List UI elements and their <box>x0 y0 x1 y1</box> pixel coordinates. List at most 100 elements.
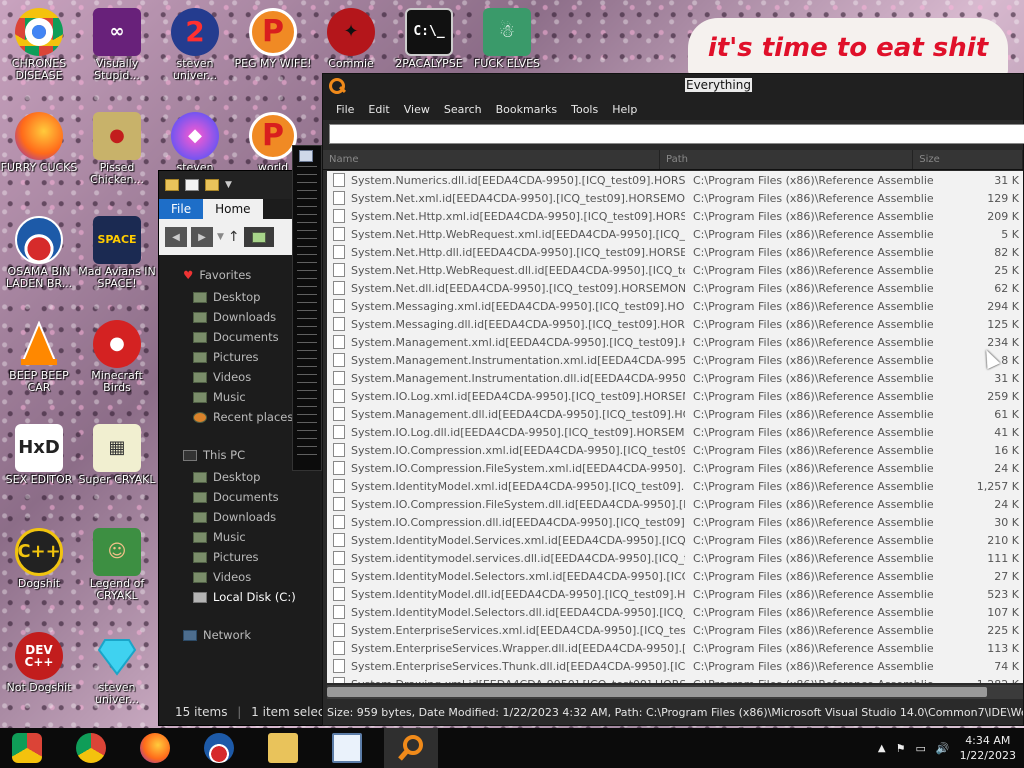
result-row[interactable]: System.Net.Http.dll.id[EEDA4CDA-9950].[I… <box>327 243 1023 261</box>
up-arrow-icon[interactable]: ↑ <box>228 229 240 245</box>
nav-item-pc-pictures[interactable]: Pictures <box>159 547 332 567</box>
desktop-icon-super-cryakl[interactable]: ▦ Super CRYAKL <box>78 424 156 486</box>
result-row[interactable]: System.Net.Http.WebRequest.dll.id[EEDA4C… <box>327 261 1023 279</box>
scrollbar-thumb[interactable] <box>327 687 987 697</box>
result-row[interactable]: System.IdentityModel.Selectors.xml.id[EE… <box>327 567 1023 585</box>
column-path[interactable]: Path <box>660 150 914 169</box>
result-row[interactable]: System.Messaging.dll.id[EEDA4CDA-9950].[… <box>327 315 1023 333</box>
result-row[interactable]: System.IO.Log.xml.id[EEDA4CDA-9950].[ICQ… <box>327 387 1023 405</box>
desktop-icon-beep-beep-car[interactable]: BEEP BEEP CAR <box>0 320 78 394</box>
taskbar-obama[interactable] <box>192 728 246 768</box>
result-row[interactable]: System.IO.Log.dll.id[EEDA4CDA-9950].[ICQ… <box>327 423 1023 441</box>
result-row[interactable]: System.Numerics.dll.id[EEDA4CDA-9950].[I… <box>327 171 1023 189</box>
taskbar-chrome-2[interactable] <box>64 728 118 768</box>
desktop-icon-commie[interactable]: ✦ Commie <box>312 8 390 70</box>
desktop-icon-steven-universe-1[interactable]: 2 steven univer... <box>156 8 234 82</box>
desktop-icon-mad-avians[interactable]: SPACE Mad Avians IN SPACE! <box>78 216 156 290</box>
result-row[interactable]: System.Net.dll.id[EEDA4CDA-9950].[ICQ_te… <box>327 279 1023 297</box>
new-folder-icon[interactable] <box>205 179 219 191</box>
result-size: 24 K <box>994 497 1019 511</box>
taskbar-file-explorer[interactable] <box>256 728 310 768</box>
results-list[interactable]: System.Numerics.dll.id[EEDA4CDA-9950].[I… <box>327 171 1023 683</box>
menu-edit[interactable]: Edit <box>361 103 396 116</box>
result-row[interactable]: System.Management.xml.id[EEDA4CDA-9950].… <box>327 333 1023 351</box>
menu-file[interactable]: File <box>329 103 361 116</box>
result-path: C:\Program Files (x86)\Reference Assembl… <box>693 569 933 583</box>
search-input[interactable] <box>330 125 1024 143</box>
horizontal-scrollbar[interactable] <box>327 685 1023 699</box>
back-icon[interactable]: ◀ <box>165 227 187 247</box>
menu-view[interactable]: View <box>397 103 437 116</box>
desktop-icon-steven-universe-3[interactable]: steven univer... <box>78 632 156 706</box>
result-row[interactable]: System.IO.Compression.FileSystem.xml.id[… <box>327 459 1023 477</box>
desktop-icon-osama[interactable]: OSAMA BIN LADEN BR... <box>0 216 78 290</box>
desktop-icon-peg-my-wife[interactable]: P PEG MY WIFE! <box>234 8 312 70</box>
menu-bookmarks[interactable]: Bookmarks <box>489 103 564 116</box>
everything-titlebar[interactable]: Everything <box>323 74 1023 98</box>
nav-item-pc-videos[interactable]: Videos <box>159 567 332 587</box>
nav-item-pc-documents[interactable]: Documents <box>159 487 332 507</box>
result-path: C:\Program Files (x86)\Reference Assembl… <box>693 335 933 349</box>
result-row[interactable]: System.Net.Http.WebRequest.xml.id[EEDA4C… <box>327 225 1023 243</box>
tab-file[interactable]: File <box>159 199 204 219</box>
result-row[interactable]: System.Management.dll.id[EEDA4CDA-9950].… <box>327 405 1023 423</box>
desktop-icon-pissed-chicken[interactable]: ● Pissed Chicken... <box>78 112 156 186</box>
menu-tools[interactable]: Tools <box>564 103 605 116</box>
result-row[interactable]: System.IdentityModel.Selectors.dll.id[EE… <box>327 603 1023 621</box>
chevron-down-icon[interactable]: ▼ <box>225 180 232 190</box>
action-center-flag-icon[interactable]: ⚑ <box>896 742 906 755</box>
result-row[interactable]: System.Management.Instrumentation.xml.id… <box>327 351 1023 369</box>
desktop-icon-fuck-elves[interactable]: ☃ FUCK ELVES <box>468 8 546 70</box>
recent-dropdown-icon[interactable]: ▼ <box>217 232 224 242</box>
menu-help[interactable]: Help <box>605 103 644 116</box>
nav-item-local-disk[interactable]: Local Disk (C:) <box>159 587 332 607</box>
desktop-icon-chrones-disease[interactable]: CHRONES DISEASE <box>0 8 78 82</box>
network-icon[interactable]: ▭ <box>915 742 925 755</box>
show-hidden-icons-chevron[interactable]: ▲ <box>878 743 886 754</box>
desktop-icon-2pacalypse[interactable]: C:\_ 2PACALYPSE <box>390 8 468 70</box>
taskbar-firefox[interactable] <box>128 728 182 768</box>
result-name: System.IO.Compression.FileSystem.dll.id[… <box>351 497 685 511</box>
firefox-icon <box>15 112 63 160</box>
result-row[interactable]: System.identitymodel.services.dll.id[EED… <box>327 549 1023 567</box>
taskbar-everything[interactable] <box>384 728 438 768</box>
result-row[interactable]: System.Messaging.xml.id[EEDA4CDA-9950].[… <box>327 297 1023 315</box>
result-row[interactable]: System.EnterpriseServices.Thunk.dll.id[E… <box>327 657 1023 675</box>
clock[interactable]: 4:34 AM 1/22/2023 <box>960 733 1016 763</box>
nav-section-network[interactable]: Network <box>159 623 332 647</box>
result-row[interactable]: System.Net.xml.id[EEDA4CDA-9950].[ICQ_te… <box>327 189 1023 207</box>
column-size[interactable]: Size <box>913 150 1023 169</box>
everything-window[interactable]: Everything File Edit View Search Bookmar… <box>322 73 1024 726</box>
properties-icon[interactable] <box>185 179 199 191</box>
result-row[interactable]: System.Net.Http.xml.id[EEDA4CDA-9950].[I… <box>327 207 1023 225</box>
location-icon[interactable] <box>243 227 274 247</box>
result-row[interactable]: System.IdentityModel.xml.id[EEDA4CDA-995… <box>327 477 1023 495</box>
desktop-icon-steven-2[interactable]: ◆ steven <box>156 112 234 174</box>
column-name[interactable]: Name <box>323 150 661 169</box>
background-window-strip[interactable] <box>292 145 322 471</box>
menu-search[interactable]: Search <box>437 103 489 116</box>
result-row[interactable]: System.Drawing.xml.id[EEDA4CDA-9950].[IC… <box>327 675 1023 683</box>
desktop-icon-furry-cucks[interactable]: FURRY CUCKS <box>0 112 78 174</box>
result-row[interactable]: System.EnterpriseServices.Wrapper.dll.id… <box>327 639 1023 657</box>
result-row[interactable]: System.IO.Compression.FileSystem.dll.id[… <box>327 495 1023 513</box>
nav-item-pc-downloads[interactable]: Downloads <box>159 507 332 527</box>
nav-item-pc-music[interactable]: Music <box>159 527 332 547</box>
result-row[interactable]: System.EnterpriseServices.xml.id[EEDA4CD… <box>327 621 1023 639</box>
desktop-icon-sex-editor[interactable]: HxD SEX EDITOR <box>0 424 78 486</box>
desktop-icon-not-dogshit[interactable]: DEV C++ Not Dogshit <box>0 632 78 694</box>
result-row[interactable]: System.IdentityModel.dll.id[EEDA4CDA-995… <box>327 585 1023 603</box>
result-row[interactable]: System.Management.Instrumentation.dll.id… <box>327 369 1023 387</box>
taskbar-chrome-1[interactable] <box>0 728 54 768</box>
desktop-icon-legend-of-cryakl[interactable]: ☺ Legend of CRYAKL <box>78 528 156 602</box>
result-row[interactable]: System.IdentityModel.Services.xml.id[EED… <box>327 531 1023 549</box>
desktop-icon-dogshit[interactable]: C++ Dogshit <box>0 528 78 590</box>
desktop-icon-visual-studio[interactable]: ∞ Visually Stupid... <box>78 8 156 82</box>
taskbar-notepad[interactable] <box>320 728 374 768</box>
result-row[interactable]: System.IO.Compression.xml.id[EEDA4CDA-99… <box>327 441 1023 459</box>
tab-home[interactable]: Home <box>203 199 263 219</box>
desktop-icon-minecraft-birds[interactable]: ● Minecraft Birds <box>78 320 156 394</box>
forward-icon[interactable]: ▶ <box>191 227 213 247</box>
result-row[interactable]: System.IO.Compression.dll.id[EEDA4CDA-99… <box>327 513 1023 531</box>
volume-icon[interactable]: 🔊 <box>936 742 950 755</box>
